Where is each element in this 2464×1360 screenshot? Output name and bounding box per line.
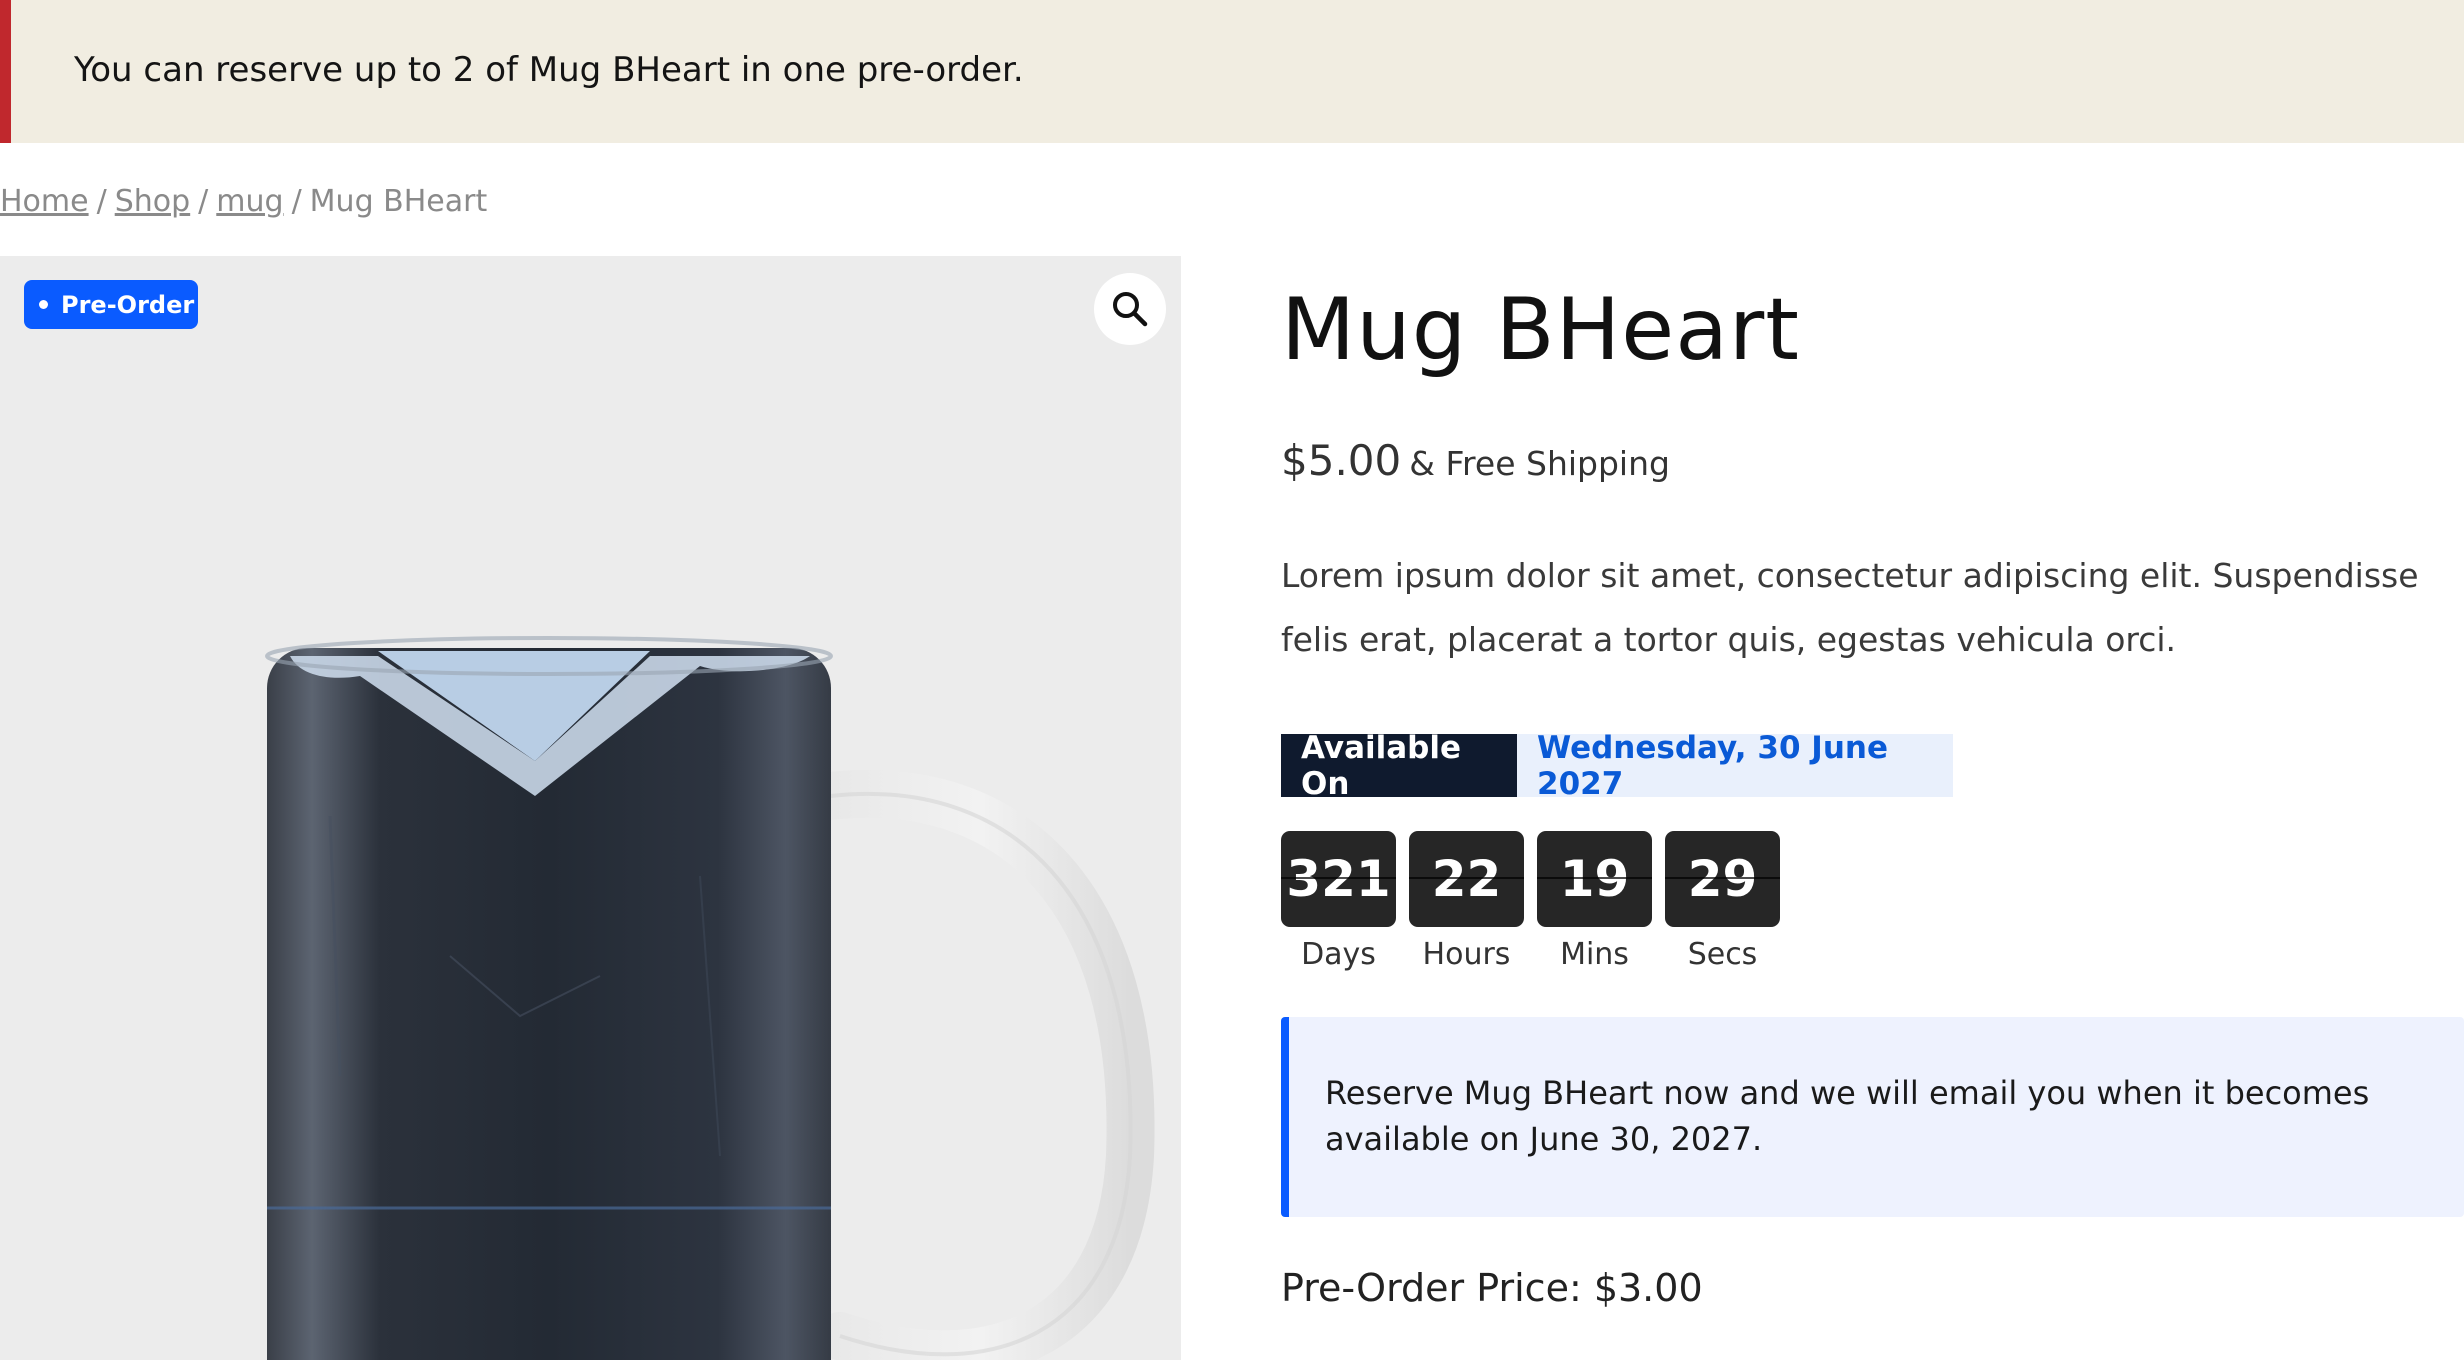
countdown-days-label: Days — [1301, 937, 1376, 972]
preorder-badge: Pre-Order — [24, 280, 198, 329]
availability-banner: Available On Wednesday, 30 June 2027 — [1281, 730, 1953, 802]
countdown-mins: 19 Mins — [1537, 831, 1652, 972]
product-gallery[interactable]: Pre-Order — [0, 256, 1181, 1360]
breadcrumb-current: Mug BHeart — [309, 184, 488, 219]
reserve-notice: Reserve Mug BHeart now and we will email… — [1281, 1017, 2464, 1217]
countdown-secs: 29 Secs — [1665, 831, 1780, 972]
dot-icon — [39, 300, 48, 309]
reserve-notice-text: Reserve Mug BHeart now and we will email… — [1325, 1074, 2370, 1158]
product-image[interactable] — [0, 256, 1181, 1360]
countdown-days: 321 Days — [1281, 831, 1396, 972]
notice-banner: You can reserve up to 2 of Mug BHeart in… — [0, 0, 2464, 143]
countdown-mins-label: Mins — [1560, 937, 1629, 972]
breadcrumb-mug[interactable]: mug — [216, 184, 283, 219]
product-title: Mug BHeart — [1281, 280, 1800, 380]
preorder-badge-label: Pre-Order — [61, 290, 195, 319]
countdown-hours-value: 22 — [1409, 831, 1524, 927]
countdown-secs-label: Secs — [1687, 937, 1758, 972]
product-price: $5.00 — [1281, 436, 1402, 485]
breadcrumb-separator: / — [198, 184, 209, 219]
breadcrumb-shop[interactable]: Shop — [115, 184, 190, 219]
zoom-button[interactable] — [1094, 273, 1166, 345]
magnifier-icon — [1113, 292, 1148, 327]
product-description: Lorem ipsum dolor sit amet, consectetur … — [1281, 556, 2419, 659]
notice-message: You can reserve up to 2 of Mug BHeart in… — [74, 50, 1024, 90]
shipping-info: & Free Shipping — [1409, 444, 1670, 483]
countdown-days-value: 321 — [1281, 831, 1396, 927]
countdown-secs-value: 29 — [1665, 831, 1780, 927]
availability-label: Available On — [1281, 730, 1517, 802]
breadcrumb-home[interactable]: Home — [0, 184, 89, 219]
breadcrumb-separator: / — [291, 184, 302, 219]
breadcrumb: Home / Shop / mug / Mug BHeart — [0, 184, 487, 219]
countdown-hours-label: Hours — [1422, 937, 1511, 972]
countdown-hours: 22 Hours — [1409, 831, 1524, 972]
breadcrumb-separator: / — [96, 184, 107, 219]
price-line: $5.00 & Free Shipping — [1281, 436, 1670, 485]
preorder-price: Pre-Order Price: $3.00 — [1281, 1266, 1703, 1310]
countdown-mins-value: 19 — [1537, 831, 1652, 927]
availability-date: Wednesday, 30 June 2027 — [1517, 730, 1953, 802]
